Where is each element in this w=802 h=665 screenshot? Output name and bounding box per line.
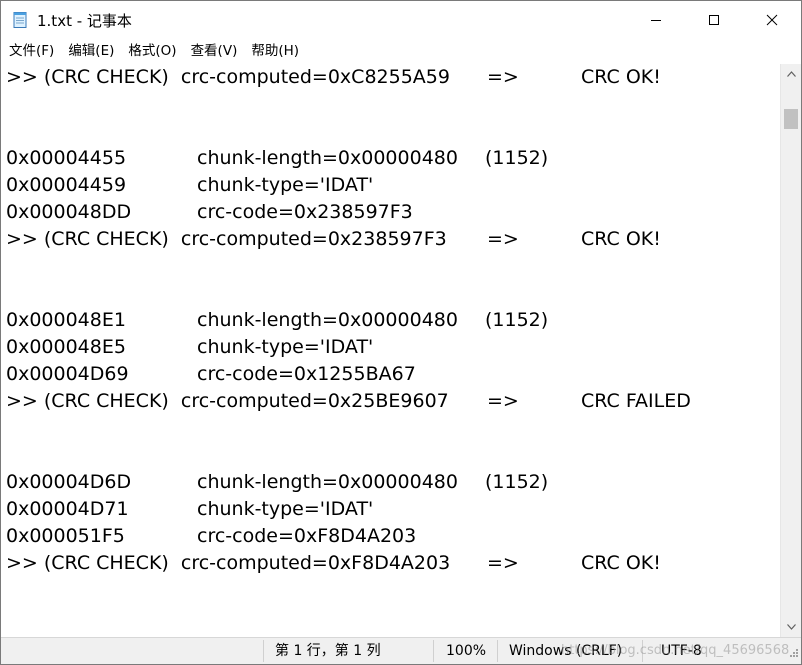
menu-edit[interactable]: 编辑(E) — [61, 40, 121, 62]
notepad-window: 1.txt - 记事本 文件(F) 编辑(E) 格式(O) 查看(V) 帮助(H… — [0, 0, 802, 665]
text-line: >> (CRC CHECK) crc-computed=0xF8D4A203 =>… — [1, 550, 780, 577]
line-segment: (1152) — [485, 309, 549, 331]
caption-buttons — [627, 1, 801, 39]
status-separator — [433, 640, 434, 662]
resize-grip-icon[interactable] — [789, 646, 799, 662]
menu-view[interactable]: 查看(V) — [184, 40, 245, 62]
close-icon — [766, 14, 778, 26]
close-button[interactable] — [743, 1, 801, 39]
line-segment: 0x00004D6D — [6, 471, 132, 493]
minimize-icon — [651, 20, 661, 21]
line-segment: chunk-type='IDAT' — [197, 336, 374, 358]
menu-bar: 文件(F) 编辑(E) 格式(O) 查看(V) 帮助(H) — [1, 39, 801, 63]
text-line: 0x00004455 chunk-length=0x00000480 (1152) — [1, 145, 780, 172]
line-segment: 0x00004D71 — [6, 498, 129, 520]
minimize-button[interactable] — [627, 1, 685, 39]
title-bar[interactable]: 1.txt - 记事本 — [1, 1, 801, 39]
text-line: 0x00004D69 crc-code=0x1255BA67 — [1, 361, 780, 388]
text-line — [1, 253, 780, 280]
line-segment: 0x000048DD — [6, 201, 132, 223]
text-line: 0x000048E5 chunk-type='IDAT' — [1, 334, 780, 361]
scroll-down-button[interactable] — [781, 617, 801, 637]
menu-file[interactable]: 文件(F) — [1, 40, 61, 62]
status-separator — [497, 640, 498, 662]
line-segment: chunk-length=0x00000480 — [197, 309, 458, 331]
maximize-button[interactable] — [685, 1, 743, 39]
text-line: >> (CRC CHECK) crc-computed=0x238597F3 =>… — [1, 226, 780, 253]
text-line: 0x00004D71 chunk-type='IDAT' — [1, 496, 780, 523]
line-segment: 0x000048E1 — [6, 309, 126, 331]
text-line: 0x00004459 chunk-type='IDAT' — [1, 172, 780, 199]
line-segment: crc-code=0x238597F3 — [197, 201, 413, 223]
line-segment: chunk-length=0x00000480 — [197, 471, 458, 493]
line-segment: 0x00004459 — [6, 174, 127, 196]
scroll-thumb[interactable] — [784, 109, 798, 129]
text-line: 0x000051F5 crc-code=0xF8D4A203 — [1, 523, 780, 550]
line-segment: >> (CRC CHECK) crc-computed=0x238597F3 — [6, 228, 447, 250]
line-segment: => — [487, 552, 519, 574]
line-segment: => — [487, 66, 519, 88]
line-segment: CRC OK! — [581, 552, 661, 574]
text-line: 0x00004D6D chunk-length=0x00000480 (1152) — [1, 469, 780, 496]
status-bar: 第 1 行，第 1 列 100% Windows (CRLF) UTF-8 ht… — [1, 637, 801, 664]
chevron-up-icon — [786, 71, 796, 77]
watermark: https://blog.csdn.net/qq_45696568 — [561, 643, 790, 658]
line-segment: 0x000051F5 — [6, 525, 125, 547]
text-line — [1, 91, 780, 118]
line-segment: 0x00004D69 — [6, 363, 129, 385]
maximize-icon — [709, 15, 719, 25]
text-line — [1, 442, 780, 469]
text-line — [1, 118, 780, 145]
line-segment: CRC OK! — [581, 228, 661, 250]
line-segment: 0x000048E5 — [6, 336, 126, 358]
status-zoom: 100% — [446, 643, 487, 659]
line-segment: chunk-type='IDAT' — [197, 174, 374, 196]
line-segment: 0x00004455 — [6, 147, 127, 169]
vertical-scrollbar[interactable] — [780, 64, 801, 637]
menu-help[interactable]: 帮助(H) — [244, 40, 306, 62]
text-line: 0x000048E1 chunk-length=0x00000480 (1152) — [1, 307, 780, 334]
line-segment: => — [487, 228, 519, 250]
line-segment: (1152) — [485, 147, 549, 169]
line-segment: >> (CRC CHECK) crc-computed=0xC8255A59 — [6, 66, 450, 88]
text-line — [1, 280, 780, 307]
line-segment: => — [487, 390, 519, 412]
window-title: 1.txt - 记事本 — [37, 11, 132, 30]
line-segment: chunk-length=0x00000480 — [197, 147, 458, 169]
text-line: >> (CRC CHECK) crc-computed=0xC8255A59 =>… — [1, 64, 780, 91]
text-editor[interactable]: >> (CRC CHECK) crc-computed=0xC8255A59 =>… — [1, 64, 780, 637]
line-segment: >> (CRC CHECK) crc-computed=0x25BE9607 — [6, 390, 449, 412]
line-segment: (1152) — [485, 471, 549, 493]
text-line — [1, 415, 780, 442]
status-separator — [263, 640, 264, 662]
menu-format[interactable]: 格式(O) — [121, 40, 183, 62]
line-segment: >> (CRC CHECK) crc-computed=0xF8D4A203 — [6, 552, 451, 574]
line-segment: CRC FAILED — [581, 390, 691, 412]
line-segment: crc-code=0x1255BA67 — [197, 363, 416, 385]
text-line: 0x000048DD crc-code=0x238597F3 — [1, 199, 780, 226]
notepad-icon — [11, 11, 29, 29]
line-segment: CRC OK! — [581, 66, 661, 88]
chevron-down-icon — [786, 624, 796, 630]
status-cursor-position: 第 1 行，第 1 列 — [275, 643, 381, 659]
line-segment: chunk-type='IDAT' — [197, 498, 374, 520]
line-segment: crc-code=0xF8D4A203 — [197, 525, 417, 547]
scroll-up-button[interactable] — [781, 64, 801, 84]
text-line: >> (CRC CHECK) crc-computed=0x25BE9607 =>… — [1, 388, 780, 415]
